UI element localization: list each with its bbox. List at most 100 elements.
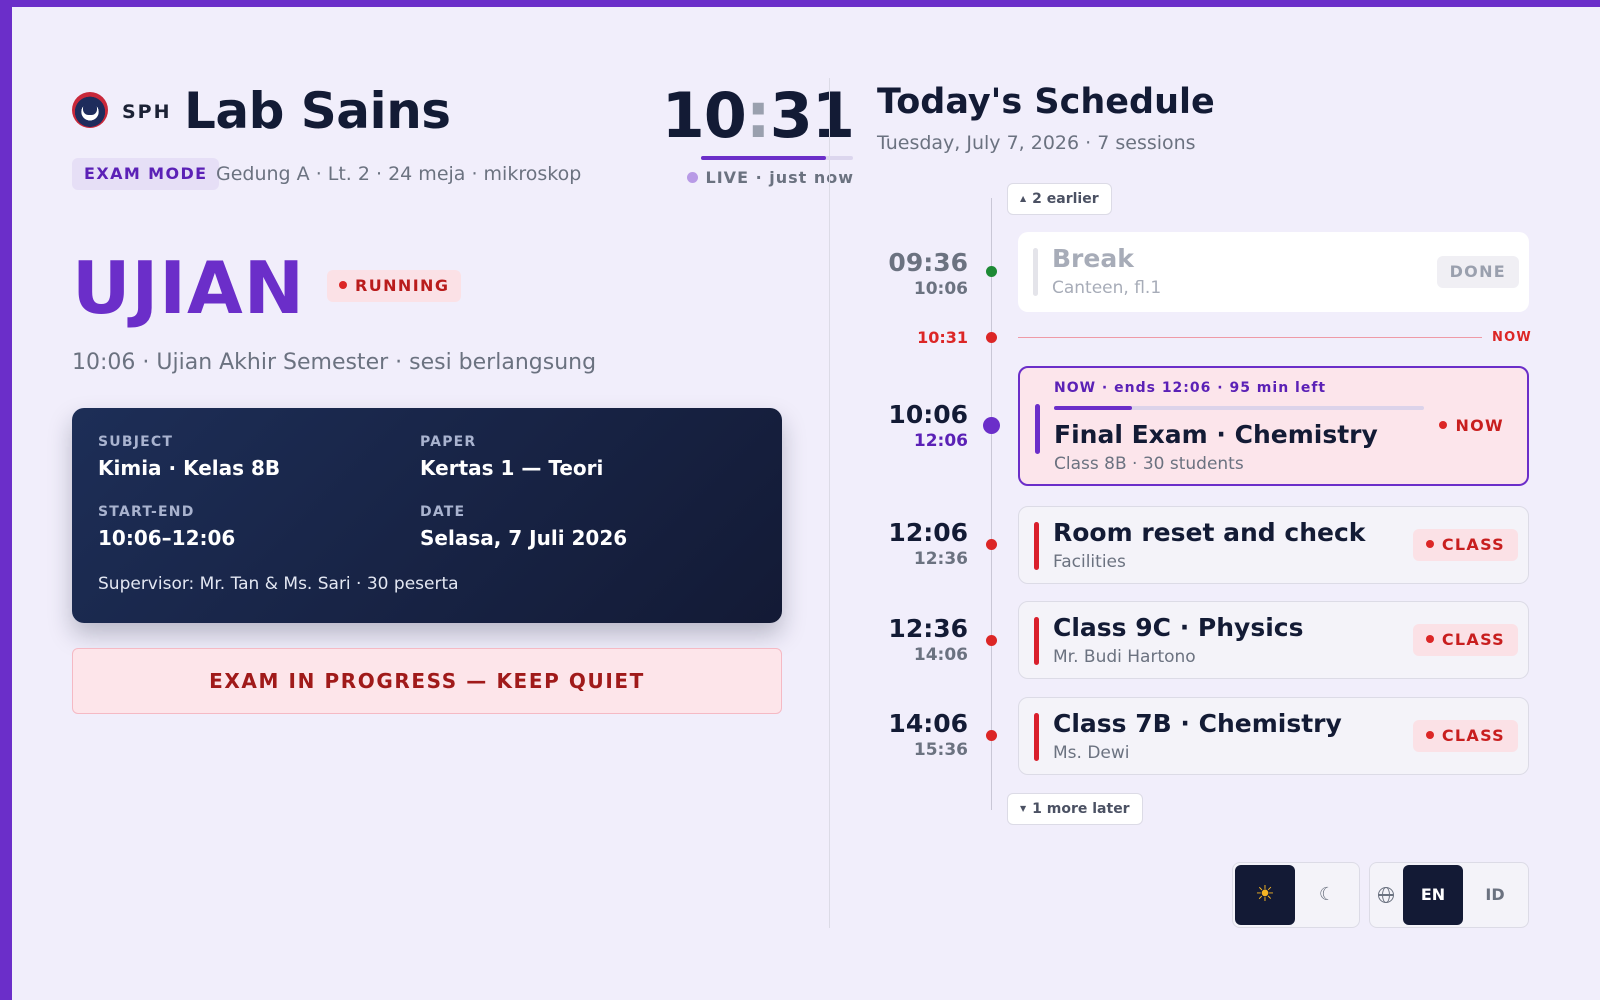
language-en-button[interactable]: EN [1403,865,1463,925]
done-badge: DONE [1436,256,1519,288]
session-subtitle: Canteen, fl.1 [1052,278,1162,298]
timeline-dot-upcoming [986,635,997,646]
session-accent-bar [1034,713,1039,761]
language-toggle: EN ID [1369,862,1529,928]
class-badge-label: CLASS [1441,630,1505,649]
timeline-line [991,198,992,810]
globe-icon [1378,887,1394,903]
moon-icon[interactable]: ☾ [1297,865,1357,925]
paper-value: Kertas 1 — Teori [420,456,604,480]
class-badge-label: CLASS [1441,535,1505,554]
date-field: DATE Selasa, 7 Juli 2026 [420,504,627,550]
clock-separator: : [745,79,771,152]
session-end: 12:36 [913,549,968,569]
time-label: START-END [98,504,195,520]
subject-value: Kimia · Kelas 8B [98,456,281,480]
session-accent-bar [1034,522,1039,570]
session-end: 12:06 [913,431,968,451]
now-time-label: 10:31 [917,328,968,347]
session-accent-bar [1033,248,1038,296]
session-start: 10:06 [888,400,968,429]
room-panel: SPH Lab Sains EXAM MODE Gedung A · Lt. 2… [72,80,855,714]
session-time: 09:36 10:06 [868,248,968,300]
now-badge: NOW [1426,410,1517,442]
session-card-room-reset[interactable]: Room reset and check Facilities CLASS [1018,506,1529,584]
session-subtitle: Facilities [1053,552,1126,572]
status-title: UJIAN [72,246,306,330]
status-row: UJIAN RUNNING [72,248,782,328]
left-accent-bar [0,0,12,1000]
show-earlier-button[interactable]: ▲ 2 earlier [1007,183,1112,215]
class-badge-label: CLASS [1441,726,1505,745]
timeline-dot-done [986,266,997,277]
class-badge: CLASS [1412,624,1518,656]
now-line-dot [986,332,997,343]
timeline-dot-upcoming [986,730,997,741]
exam-detail-card: SUBJECT Kimia · Kelas 8B PAPER Kertas 1 … [72,408,782,623]
clock-progress-fill [701,156,826,160]
session-title: Room reset and check [1053,518,1366,547]
sun-icon[interactable]: ☀ [1235,865,1295,925]
brand-abbreviation: SPH [122,101,172,123]
clock-hours: 10 [661,79,747,152]
live-label: LIVE · just now [705,168,854,187]
show-later-button[interactable]: ▼ 1 more later [1007,793,1143,825]
now-line-tag: NOW [1492,330,1532,345]
session-accent-bar [1035,404,1040,454]
session-progress-fill [1054,406,1132,410]
session-card-break[interactable]: Break Canteen, fl.1 DONE [1018,232,1529,312]
room-title: Lab Sains [184,82,451,140]
status-subtitle: 10:06 · Ujian Akhir Semester · sesi berl… [72,350,597,375]
chevron-up-icon: ▲ [1020,194,1027,203]
date-label: DATE [420,504,466,520]
class-dot-icon [1425,540,1434,548]
paper-field: PAPER Kertas 1 — Teori [420,434,603,480]
session-card-physics[interactable]: Class 9C · Physics Mr. Budi Hartono CLAS… [1018,601,1529,679]
running-badge: RUNNING [327,270,462,302]
session-start: 09:36 [888,248,968,277]
date-value: Selasa, 7 Juli 2026 [420,526,628,550]
language-id-button[interactable]: ID [1465,865,1525,925]
now-badge-label: NOW [1455,416,1504,435]
quiet-banner: EXAM IN PROGRESS — KEEP QUIET [72,648,782,714]
earlier-label: 2 earlier [1032,191,1099,207]
session-accent-bar [1034,617,1039,665]
supervisor-line: Supervisor: Mr. Tan & Ms. Sari · 30 pese… [98,574,459,594]
later-label: 1 more later [1032,801,1130,817]
live-dot-icon [686,172,698,183]
class-dot-icon [1425,731,1434,739]
now-dot-icon [1439,421,1448,429]
session-title: Final Exam · Chemistry [1054,420,1378,449]
panel-divider [829,78,830,928]
session-time: 10:06 12:06 [868,400,968,452]
session-card-chemistry[interactable]: Class 7B · Chemistry Ms. Dewi CLASS [1018,697,1529,775]
now-line [1018,337,1482,338]
timeline-dot-current [983,417,1000,434]
class-dot-icon [1425,635,1434,643]
theme-toggle: ☀ ☾ [1232,862,1360,928]
time-field: START-END 10:06–12:06 [98,504,235,550]
room-meta: Gedung A · Lt. 2 · 24 meja · mikroskop [216,163,582,185]
session-time: 14:06 15:36 [868,709,968,761]
session-subtitle: Ms. Dewi [1053,743,1130,763]
session-time: 12:06 12:36 [868,518,968,570]
schedule-title: Today's Schedule [877,82,1215,122]
session-start: 12:06 [888,518,968,547]
time-value: 10:06–12:06 [98,526,236,550]
running-dot-icon [339,281,347,289]
timeline-dot-upcoming [986,539,997,550]
session-title: Class 7B · Chemistry [1053,709,1342,738]
session-card-final-exam[interactable]: NOW · ends 12:06 · 95 min left Final Exa… [1018,366,1529,486]
session-start: 12:36 [888,614,968,643]
session-end: 10:06 [913,279,968,299]
session-title: Break [1052,244,1134,273]
class-badge: CLASS [1412,720,1518,752]
paper-label: PAPER [420,434,477,450]
session-end: 14:06 [913,645,968,665]
clock-block: 10:31 LIVE · just now [617,79,855,188]
chevron-down-icon: ▼ [1020,804,1027,813]
subject-label: SUBJECT [98,434,174,450]
live-indicator: LIVE · just now [617,168,854,187]
school-crest-icon [72,92,108,128]
session-start: 14:06 [888,709,968,738]
